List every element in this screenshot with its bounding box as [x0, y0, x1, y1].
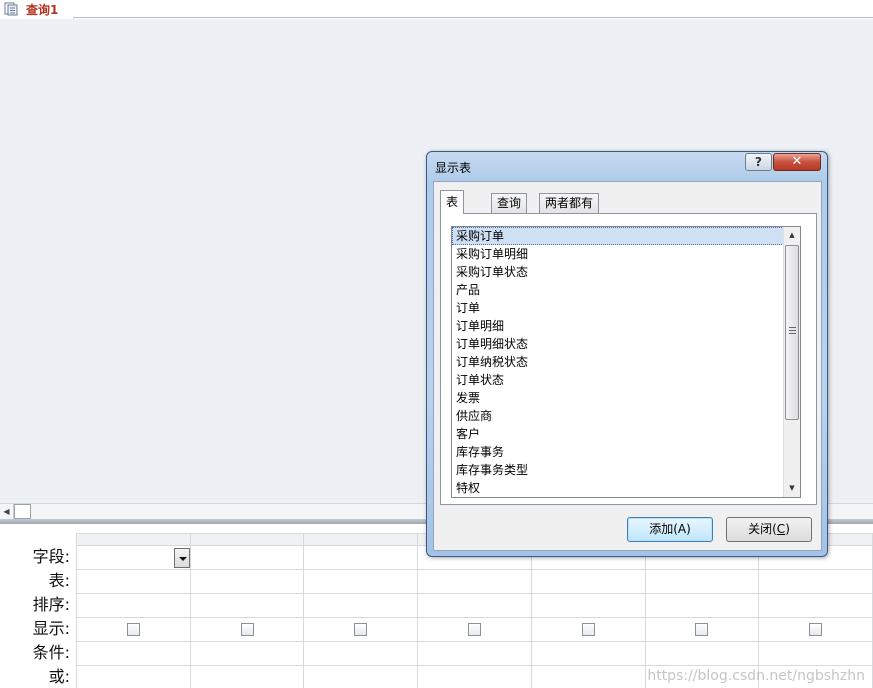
table-cell[interactable]	[76, 569, 191, 594]
list-item[interactable]: 订单明细状态	[452, 335, 784, 353]
show-row	[76, 617, 873, 642]
table-cell[interactable]	[644, 569, 760, 594]
watermark: https://blog.csdn.net/ngbshzhn	[647, 668, 865, 684]
list-item[interactable]: 特权	[452, 479, 784, 497]
list-item[interactable]: 采购订单明细	[452, 245, 784, 263]
show-checkbox[interactable]	[354, 623, 368, 636]
criteria-cell[interactable]	[417, 641, 532, 666]
column-selector[interactable]	[76, 533, 191, 546]
query-document-tab[interactable]: 查询1	[0, 0, 74, 19]
show-cell	[644, 617, 760, 642]
dialog-title: 显示表	[435, 161, 472, 175]
list-item[interactable]: 订单	[452, 299, 784, 317]
row-label-table: 表:	[48, 571, 70, 590]
sort-cell[interactable]	[644, 593, 760, 618]
table-cell[interactable]	[417, 569, 532, 594]
show-checkbox[interactable]	[467, 623, 481, 636]
row-label-sort: 排序:	[32, 595, 70, 614]
tab-both[interactable]: 两者都有	[539, 193, 600, 213]
criteria-cell[interactable]	[303, 641, 419, 666]
sort-cell[interactable]	[530, 593, 646, 618]
field-cell[interactable]	[76, 545, 191, 570]
criteria-row	[76, 641, 873, 666]
field-cell[interactable]	[189, 545, 305, 570]
list-item[interactable]: 客户	[452, 425, 784, 443]
table-cell[interactable]	[189, 569, 305, 594]
row-label-show: 显示:	[32, 619, 70, 638]
close-button-suffix: )	[785, 522, 790, 536]
horizontal-scroll-thumb[interactable]	[14, 504, 31, 519]
dialog-body: 表 查询 两者都有 采购订单 采购订单明细 采购订单状态 产品 订单 订单明细 …	[433, 181, 822, 551]
table-cell[interactable]	[530, 569, 646, 594]
list-item[interactable]: 发票	[452, 389, 784, 407]
list-item[interactable]: 供应商	[452, 407, 784, 425]
sort-cell[interactable]	[76, 593, 191, 618]
list-item[interactable]: 产品	[452, 281, 784, 299]
column-selector[interactable]	[189, 533, 305, 546]
row-label-field: 字段:	[32, 547, 70, 566]
scroll-down-arrow-icon[interactable]: ▼	[784, 480, 800, 497]
criteria-cell[interactable]	[758, 641, 873, 666]
list-item[interactable]: 库存事务	[452, 443, 784, 461]
list-item[interactable]: 采购订单状态	[452, 263, 784, 281]
show-checkbox[interactable]	[240, 623, 254, 636]
list-item[interactable]: 订单纳税状态	[452, 353, 784, 371]
or-cell[interactable]	[417, 665, 532, 688]
help-button[interactable]: ?	[745, 153, 772, 171]
criteria-cell[interactable]	[76, 641, 191, 666]
show-checkbox[interactable]	[809, 623, 823, 636]
close-button-prefix: 关闭(	[748, 522, 777, 536]
document-tab-strip: 查询1	[0, 0, 873, 19]
grip-icon	[789, 327, 796, 334]
or-cell[interactable]	[303, 665, 419, 688]
sort-cell[interactable]	[417, 593, 532, 618]
table-cell[interactable]	[758, 569, 873, 594]
column-selector[interactable]	[303, 533, 419, 546]
show-checkbox[interactable]	[695, 623, 709, 636]
criteria-cell[interactable]	[530, 641, 646, 666]
show-cell	[303, 617, 419, 642]
scroll-left-arrow-icon[interactable]: ◀	[0, 504, 14, 519]
sort-cell[interactable]	[758, 593, 873, 618]
or-cell[interactable]	[189, 665, 305, 688]
tab-queries[interactable]: 查询	[491, 193, 528, 213]
row-label-or: 或:	[48, 667, 70, 686]
table-cell[interactable]	[303, 569, 419, 594]
table-list[interactable]: 采购订单 采购订单明细 采购订单状态 产品 订单 订单明细 订单明细状态 订单纳…	[451, 226, 801, 498]
field-cell[interactable]	[303, 545, 419, 570]
query-icon	[4, 2, 18, 16]
list-vertical-scrollbar[interactable]: ▲ ▼	[783, 227, 800, 497]
sort-cell[interactable]	[303, 593, 419, 618]
show-table-dialog: 显示表 ? ✕ 表 查询 两者都有 采购订单 采购订单明细 采购订单状态 产品 …	[426, 151, 828, 557]
sort-cell[interactable]	[189, 593, 305, 618]
or-cell[interactable]	[76, 665, 191, 688]
show-cell	[530, 617, 646, 642]
close-icon[interactable]: ✕	[773, 153, 821, 171]
close-button[interactable]: 关闭(C)	[726, 517, 812, 542]
criteria-cell[interactable]	[644, 641, 760, 666]
sort-row	[76, 593, 873, 618]
show-checkbox[interactable]	[581, 623, 595, 636]
add-button[interactable]: 添加(A)	[627, 517, 713, 542]
tab-tables[interactable]: 表	[440, 190, 465, 214]
show-cell	[758, 617, 873, 642]
chevron-down-icon[interactable]	[173, 548, 190, 568]
vertical-scroll-thumb[interactable]	[785, 245, 799, 420]
list-item[interactable]: 库存事务类型	[452, 461, 784, 479]
list-item[interactable]: 订单状态	[452, 371, 784, 389]
criteria-cell[interactable]	[189, 641, 305, 666]
row-label-criteria: 条件:	[32, 643, 70, 662]
table-row	[76, 569, 873, 594]
close-button-accesskey: C	[776, 522, 786, 536]
show-cell	[76, 617, 191, 642]
list-item[interactable]: 订单明细	[452, 317, 784, 335]
list-item[interactable]: 采购订单	[452, 227, 784, 245]
tab-title: 查询1	[26, 3, 59, 17]
scroll-up-arrow-icon[interactable]: ▲	[784, 227, 800, 244]
show-checkbox[interactable]	[126, 623, 140, 636]
tab-panel: 采购订单 采购订单明细 采购订单状态 产品 订单 订单明细 订单明细状态 订单纳…	[440, 213, 817, 505]
or-cell[interactable]	[530, 665, 646, 688]
show-cell	[417, 617, 532, 642]
show-cell	[189, 617, 305, 642]
